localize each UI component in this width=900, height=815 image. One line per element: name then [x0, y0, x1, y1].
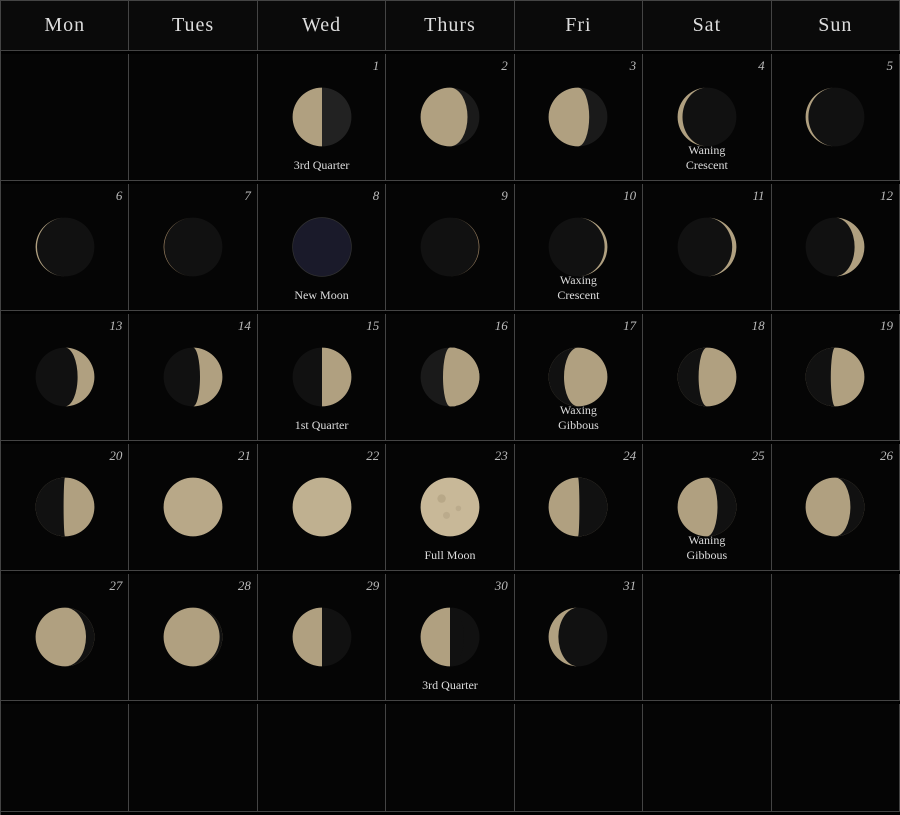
day-15: 15 1st Quarter — [258, 314, 386, 441]
day-5: 5 — [772, 54, 900, 181]
day-1: 1 3rd Quarter — [258, 54, 386, 181]
day-11: 11 — [643, 184, 771, 311]
empty-cell — [772, 574, 900, 701]
empty-cell — [258, 704, 386, 812]
day-27: 27 — [1, 574, 129, 701]
empty-cell — [515, 704, 643, 812]
day-21: 21 — [129, 444, 257, 571]
day-17: 17 WaxingGibbous — [515, 314, 643, 441]
day-18: 18 — [643, 314, 771, 441]
empty-cell — [1, 54, 129, 181]
header-tues: Tues — [129, 1, 257, 51]
day-19: 19 — [772, 314, 900, 441]
day-7: 7 — [129, 184, 257, 311]
day-6: 6 — [1, 184, 129, 311]
day-30: 30 3rd Quarter — [386, 574, 514, 701]
day-16: 16 — [386, 314, 514, 441]
day-13: 13 — [1, 314, 129, 441]
day-26: 26 — [772, 444, 900, 571]
empty-cell — [129, 54, 257, 181]
empty-cell — [1, 704, 129, 812]
empty-cell — [772, 704, 900, 812]
day-12: 12 — [772, 184, 900, 311]
header-fri: Fri — [515, 1, 643, 51]
day-2: 2 — [386, 54, 514, 181]
day-9: 9 — [386, 184, 514, 311]
day-14: 14 — [129, 314, 257, 441]
day-8: 8 New Moon — [258, 184, 386, 311]
day-4: 4 WaningCrescent — [643, 54, 771, 181]
empty-cell — [129, 704, 257, 812]
empty-cell — [386, 704, 514, 812]
day-29: 29 — [258, 574, 386, 701]
moon-calendar: Mon Tues Wed Thurs Fri Sat Sun 1 3rd Qua… — [0, 0, 900, 815]
header-sun: Sun — [772, 1, 900, 51]
day-22: 22 — [258, 444, 386, 571]
empty-cell — [643, 704, 771, 812]
day-31: 31 — [515, 574, 643, 701]
day-10: 10 WaxingCrescent — [515, 184, 643, 311]
day-24: 24 — [515, 444, 643, 571]
day-20: 20 — [1, 444, 129, 571]
day-23: 23 Full Moon — [386, 444, 514, 571]
header-sat: Sat — [643, 1, 771, 51]
header-wed: Wed — [258, 1, 386, 51]
header-thurs: Thurs — [386, 1, 514, 51]
day-28: 28 — [129, 574, 257, 701]
day-25: 25 WaningGibbous — [643, 444, 771, 571]
empty-cell — [643, 574, 771, 701]
header-mon: Mon — [1, 1, 129, 51]
day-3: 3 — [515, 54, 643, 181]
